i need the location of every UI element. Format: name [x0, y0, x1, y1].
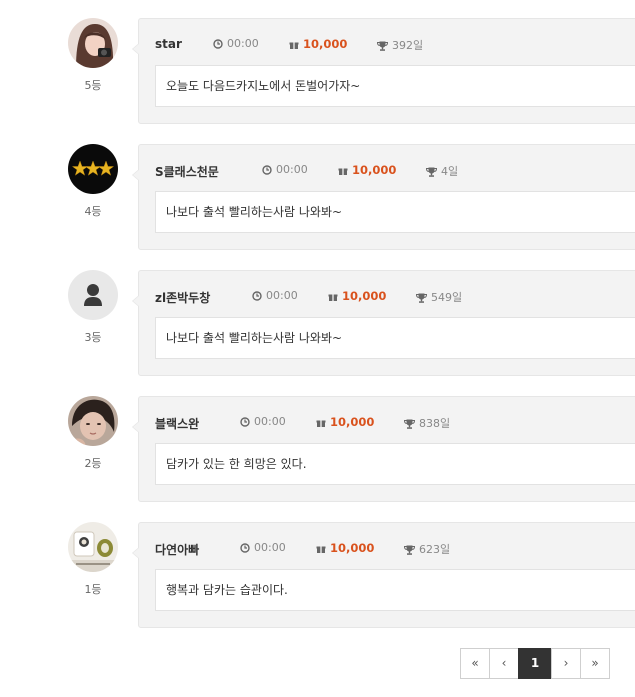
meta-row: zl존박두창 00:00 10,000 549일	[155, 289, 635, 306]
attendance-entry: 2등 블랙스완 00:00 10,000 838일 담카가 있는 한 희망은 있…	[0, 396, 635, 502]
time-value: 00:00	[254, 541, 286, 554]
trophy-icon	[377, 41, 388, 51]
point-value: 10,000	[303, 37, 348, 51]
user-icon	[68, 270, 118, 320]
comment-card: S클래스천문 00:00 10,000 4일 나보다 출석 빨리하는사람 나와봐…	[132, 144, 635, 250]
clock-icon	[262, 165, 272, 175]
gift-icon	[338, 168, 348, 175]
meta-row: 다연아빠 00:00 10,000 623일	[155, 541, 635, 558]
avatar-column: 3등	[67, 270, 119, 345]
trophy-icon	[404, 419, 415, 429]
gift-icon	[316, 420, 326, 427]
time-info: 00:00	[262, 163, 308, 176]
avatar[interactable]	[68, 396, 118, 446]
avatar-column: 4등	[67, 144, 119, 219]
trophy-icon	[416, 293, 427, 303]
days-info: 392일	[377, 37, 423, 53]
time-info: 00:00	[240, 415, 286, 428]
clock-icon	[240, 417, 250, 427]
days-value: 623일	[419, 543, 451, 556]
user-name[interactable]: zl존박두창	[155, 289, 210, 306]
point-info: 10,000	[338, 163, 396, 177]
avatar-column: 5등	[67, 18, 119, 93]
comment-message: 나보다 출석 빨리하는사람 나와봐~	[155, 317, 635, 359]
clock-icon	[213, 39, 223, 49]
last-page-button[interactable]: »	[580, 648, 610, 679]
prev-page-button[interactable]: ‹	[489, 648, 519, 679]
days-info: 4일	[426, 163, 458, 179]
days-info: 549일	[416, 289, 462, 305]
clock-icon	[240, 543, 250, 553]
avatar[interactable]	[68, 270, 118, 320]
rank-label: 4등	[84, 205, 102, 218]
clock-icon	[252, 291, 262, 301]
point-info: 10,000	[316, 541, 374, 555]
user-name[interactable]: S클래스천문	[155, 163, 219, 180]
days-info: 838일	[404, 415, 450, 431]
attendance-entry: 1등 다연아빠 00:00 10,000 623일 행복과 담카는 습관이다.	[0, 522, 635, 628]
first-page-button[interactable]: «	[460, 648, 490, 679]
time-info: 00:00	[240, 541, 286, 554]
comment-card: 블랙스완 00:00 10,000 838일 담카가 있는 한 희망은 있다.	[132, 396, 635, 502]
time-value: 00:00	[276, 163, 308, 176]
time-info: 00:00	[252, 289, 298, 302]
trophy-icon	[404, 545, 415, 555]
avatar-column: 2등	[67, 396, 119, 471]
meta-row: S클래스천문 00:00 10,000 4일	[155, 163, 635, 180]
gift-icon	[316, 546, 326, 553]
point-value: 10,000	[330, 415, 375, 429]
user-name[interactable]: 다연아빠	[155, 541, 199, 558]
time-value: 00:00	[254, 415, 286, 428]
next-page-button[interactable]: ›	[551, 648, 581, 679]
comment-card: star 00:00 10,000 392일 오늘도 다음드카지노에서 돈벌어가…	[132, 18, 635, 124]
attendance-entry: 5등 star 00:00 10,000 392일 오늘도 다음드카지노에서 돈…	[0, 18, 635, 124]
time-info: 00:00	[213, 37, 259, 50]
point-info: 10,000	[328, 289, 386, 303]
current-page-button[interactable]: 1	[518, 648, 552, 679]
user-name[interactable]: 블랙스완	[155, 415, 199, 432]
meta-row: star 00:00 10,000 392일	[155, 37, 635, 53]
point-info: 10,000	[316, 415, 374, 429]
rank-label: 1등	[84, 583, 102, 596]
avatar-column: 1등	[67, 522, 119, 597]
point-value: 10,000	[352, 163, 397, 177]
rank-label: 2등	[84, 457, 102, 470]
time-value: 00:00	[227, 37, 259, 50]
days-info: 623일	[404, 541, 450, 557]
trophy-icon	[426, 167, 437, 177]
meta-row: 블랙스완 00:00 10,000 838일	[155, 415, 635, 432]
days-value: 549일	[431, 291, 463, 304]
avatar[interactable]	[68, 522, 118, 572]
gift-icon	[289, 42, 299, 49]
comment-card: zl존박두창 00:00 10,000 549일 나보다 출석 빨리하는사람 나…	[132, 270, 635, 376]
days-value: 838일	[419, 417, 451, 430]
user-name[interactable]: star	[155, 37, 182, 51]
point-value: 10,000	[342, 289, 387, 303]
point-info: 10,000	[289, 37, 347, 51]
comment-message: 담카가 있는 한 희망은 있다.	[155, 443, 635, 485]
avatar[interactable]	[68, 18, 118, 68]
gift-icon	[328, 294, 338, 301]
time-value: 00:00	[266, 289, 298, 302]
comment-card: 다연아빠 00:00 10,000 623일 행복과 담카는 습관이다.	[132, 522, 635, 628]
point-value: 10,000	[330, 541, 375, 555]
pagination: « ‹ 1 › »	[460, 648, 610, 679]
attendance-entry: 3등 zl존박두창 00:00 10,000 549일 나보다 출석 빨리하는사…	[0, 270, 635, 376]
days-value: 392일	[392, 39, 424, 52]
comment-message: 오늘도 다음드카지노에서 돈벌어가자~	[155, 65, 635, 107]
rank-label: 3등	[84, 331, 102, 344]
rank-label: 5등	[84, 79, 102, 92]
attendance-entry: 4등 S클래스천문 00:00 10,000 4일 나보다 출석 빨리하는사람 …	[0, 144, 635, 250]
avatar[interactable]	[68, 144, 118, 194]
comment-message: 행복과 담카는 습관이다.	[155, 569, 635, 611]
comment-message: 나보다 출석 빨리하는사람 나와봐~	[155, 191, 635, 233]
days-value: 4일	[441, 165, 459, 178]
